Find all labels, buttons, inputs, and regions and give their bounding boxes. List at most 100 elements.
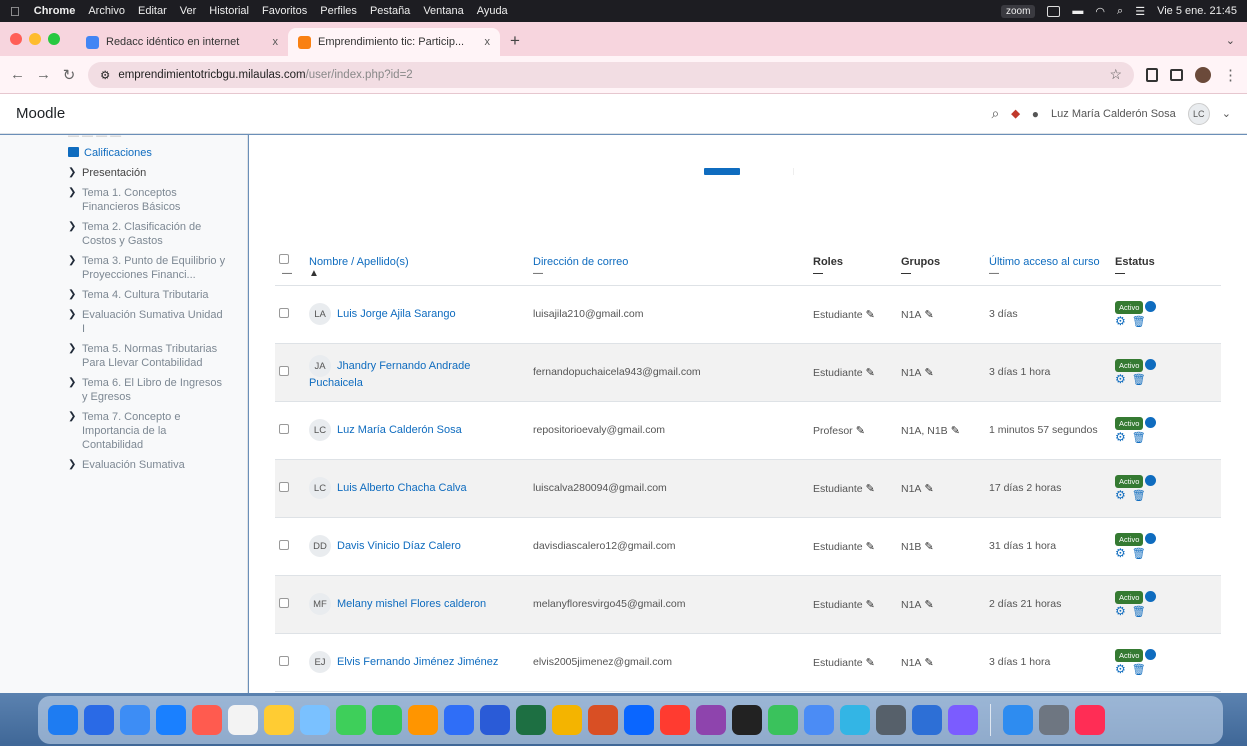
back-icon[interactable]: ←: [10, 66, 25, 83]
dock-app-icon[interactable]: [120, 705, 150, 735]
enrolment-info-icon[interactable]: [1145, 591, 1157, 603]
enrolment-settings-gear-icon[interactable]: ⚙: [1115, 314, 1126, 328]
dock-app-icon[interactable]: [696, 705, 726, 735]
reload-icon[interactable]: ↻: [62, 66, 76, 84]
menu-historial[interactable]: Historial: [209, 5, 249, 17]
edit-role-pencil-icon[interactable]: ✎: [866, 598, 875, 611]
dock-app-icon[interactable]: [480, 705, 510, 735]
last-access-column-label[interactable]: Último acceso al curso: [989, 256, 1100, 268]
site-brand[interactable]: Moodle: [16, 105, 65, 122]
user-initials-avatar[interactable]: EJ: [309, 651, 331, 673]
enrolment-info-icon[interactable]: [1145, 533, 1157, 545]
collapse-dash[interactable]: —: [1115, 268, 1217, 279]
dock-app-icon[interactable]: [84, 705, 114, 735]
dock-app-icon[interactable]: [660, 705, 690, 735]
drawer-section-tema-4[interactable]: ❯ Tema 4. Cultura Tributaria: [68, 285, 247, 305]
name-column-header[interactable]: Nombre / Apellido(s) ▲: [305, 191, 529, 286]
select-all-checkbox[interactable]: [279, 253, 289, 264]
clock-text[interactable]: Vie 5 ene. 21:45: [1157, 5, 1237, 17]
search-icon[interactable]: ⌕: [991, 105, 999, 122]
menu-chrome[interactable]: Chrome: [34, 5, 76, 17]
edit-group-pencil-icon[interactable]: ✎: [924, 308, 933, 321]
dock-app-icon[interactable]: [840, 705, 870, 735]
user-initials-avatar[interactable]: DD: [309, 535, 331, 557]
enrolment-info-icon[interactable]: [1145, 359, 1157, 371]
dock-app-icon[interactable]: [912, 705, 942, 735]
email-column-label[interactable]: Dirección de correo: [533, 256, 628, 268]
row-checkbox[interactable]: [279, 539, 289, 550]
user-name-link[interactable]: Luis Jorge Ajila Sarango: [337, 308, 456, 320]
unenrol-trash-icon[interactable]: 🗑: [1132, 664, 1146, 676]
browser-tab-1[interactable]: Redacc idéntico en internet x: [76, 28, 288, 56]
chevron-right-icon[interactable]: ❯: [68, 376, 76, 390]
chevron-right-icon[interactable]: ❯: [68, 410, 76, 424]
row-checkbox[interactable]: [279, 655, 289, 666]
user-name[interactable]: Luz María Calderón Sosa: [1051, 108, 1176, 120]
edit-role-pencil-icon[interactable]: ✎: [866, 366, 875, 379]
edit-role-pencil-icon[interactable]: ✎: [866, 482, 875, 495]
menu-pestana[interactable]: Pestaña: [370, 5, 410, 17]
drawer-item-calificaciones[interactable]: Calificaciones: [68, 143, 247, 163]
spotlight-icon[interactable]: ⌕: [1117, 5, 1123, 18]
user-name-link[interactable]: Luis Alberto Chacha Calva: [337, 482, 467, 494]
enrolment-info-icon[interactable]: [1145, 301, 1157, 313]
control-center-icon[interactable]: ☰: [1135, 5, 1145, 18]
battery-icon[interactable]: ▬: [1072, 5, 1083, 17]
close-tab-icon[interactable]: x: [485, 36, 491, 48]
screen-icon[interactable]: [1047, 5, 1061, 17]
dock-app-icon[interactable]: [948, 705, 978, 735]
collapse-dash[interactable]: —: [813, 268, 893, 279]
row-checkbox[interactable]: [279, 481, 289, 492]
unenrol-trash-icon[interactable]: 🗑: [1132, 374, 1146, 386]
enrolment-settings-gear-icon[interactable]: ⚙: [1115, 372, 1126, 386]
drawer-section-tema-7[interactable]: ❯ Tema 7. Concepto e Importancia de la Co…: [68, 407, 247, 455]
menu-editar[interactable]: Editar: [138, 5, 167, 17]
edit-group-pencil-icon[interactable]: ✎: [924, 482, 933, 495]
enrolment-settings-gear-icon[interactable]: ⚙: [1115, 488, 1126, 502]
dock-app-icon[interactable]: [336, 705, 366, 735]
tab-search-icon[interactable]: ⌄: [1226, 34, 1235, 47]
user-initials-avatar[interactable]: LC: [309, 477, 331, 499]
dock-app-icon[interactable]: [804, 705, 834, 735]
zoom-status[interactable]: zoom: [1000, 4, 1036, 18]
user-menu-chevron-icon[interactable]: ⌄: [1222, 107, 1231, 120]
user-initials-avatar[interactable]: LA: [309, 303, 331, 325]
profile-avatar-icon[interactable]: [1195, 66, 1211, 83]
enrolment-settings-gear-icon[interactable]: ⚙: [1115, 430, 1126, 444]
close-tab-icon[interactable]: x: [273, 36, 279, 48]
drawer-section-tema-1[interactable]: ❯ Tema 1. Conceptos Financieros Básicos: [68, 183, 247, 217]
messages-icon[interactable]: ●: [1032, 107, 1039, 121]
dock-app-icon[interactable]: [372, 705, 402, 735]
bookmark-star-icon[interactable]: ☆: [1109, 66, 1122, 83]
drawer-section-tema-6[interactable]: ❯ Tema 6. El Libro de Ingresos y Egresos: [68, 373, 247, 407]
dock-app-icon[interactable]: [228, 705, 258, 735]
user-name-link[interactable]: Jhandry Fernando Andrade Puchaicela: [309, 360, 470, 389]
user-avatar[interactable]: LC: [1187, 102, 1210, 125]
row-checkbox[interactable]: [279, 423, 289, 434]
drawer-section-evaluacion-2[interactable]: ❯ Evaluación Sumativa: [68, 455, 247, 475]
row-checkbox[interactable]: [279, 365, 289, 376]
dock-app-icon[interactable]: [156, 705, 186, 735]
sidepanel-icon[interactable]: [1170, 68, 1183, 81]
pagination-current-page[interactable]: [704, 168, 740, 175]
chevron-right-icon[interactable]: ❯: [68, 220, 76, 234]
menu-ayuda[interactable]: Ayuda: [477, 5, 508, 17]
name-column-label[interactable]: Nombre / Apellido(s): [309, 256, 409, 268]
collapse-dash[interactable]: —: [901, 268, 981, 279]
edit-group-pencil-icon[interactable]: ✎: [924, 366, 933, 379]
unenrol-trash-icon[interactable]: 🗑: [1132, 316, 1146, 328]
chevron-right-icon[interactable]: ❯: [68, 186, 76, 200]
user-name-link[interactable]: Melany mishel Flores calderon: [337, 598, 486, 610]
user-name-link[interactable]: Elvis Fernando Jiménez Jiménez: [337, 656, 498, 668]
address-bar[interactable]: ⚙ emprendimientotricbgu.milaulas.com/use…: [88, 61, 1134, 88]
edit-group-pencil-icon[interactable]: ✎: [924, 540, 933, 553]
collapse-dash[interactable]: —: [989, 268, 1107, 279]
edit-group-pencil-icon[interactable]: ✎: [924, 656, 933, 669]
enrolment-settings-gear-icon[interactable]: ⚙: [1115, 662, 1126, 676]
user-initials-avatar[interactable]: LC: [309, 419, 331, 441]
chevron-right-icon[interactable]: ❯: [68, 458, 76, 472]
dock-app-icon[interactable]: [48, 705, 78, 735]
enrolment-info-icon[interactable]: [1145, 649, 1157, 661]
collapse-dash[interactable]: —: [282, 268, 292, 279]
menu-perfiles[interactable]: Perfiles: [320, 5, 357, 17]
